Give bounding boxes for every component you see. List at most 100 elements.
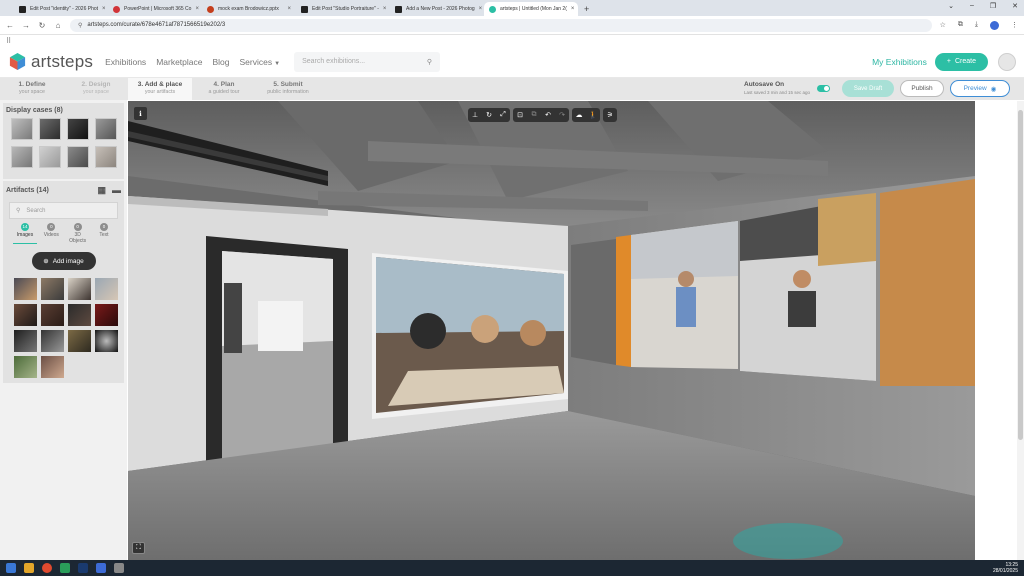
browser-tab[interactable]: Edit Post "identity" - 2026 Phot × — [14, 2, 108, 16]
site-info-icon[interactable]: ⚲ — [78, 22, 82, 29]
display-case-item[interactable] — [95, 146, 117, 168]
browser-tab-active[interactable]: artsteps | Untitled (Mon Jan 2(× — [484, 2, 578, 16]
close-icon[interactable]: × — [479, 6, 483, 12]
step-plan[interactable]: 4. Plan a guided tour — [192, 78, 256, 100]
3d-gallery-viewport[interactable]: ℹ ⊥ ↻ ⤢ ⊡ ⧉ ↶ ↷ ☁ 🚶 ⚞ ⛶ — [128, 101, 975, 560]
copy-icon[interactable]: ⧉ — [527, 108, 541, 122]
walk-view-icon[interactable]: 🚶 — [586, 108, 600, 122]
forward-icon[interactable]: → — [22, 21, 30, 30]
app-icon[interactable] — [114, 563, 124, 573]
fly-view-icon[interactable]: ☁ — [572, 108, 586, 122]
step-submit[interactable]: 5. Submit public information — [256, 78, 320, 100]
close-icon[interactable]: × — [287, 6, 291, 12]
info-button[interactable]: ℹ — [134, 107, 147, 120]
display-case-item[interactable] — [67, 146, 89, 168]
select-icon[interactable]: ⊡ — [513, 108, 527, 122]
display-case-item[interactable] — [11, 118, 33, 140]
move-axes-icon[interactable]: ⊥ — [468, 108, 482, 122]
close-window-icon[interactable]: ✕ — [1012, 2, 1018, 10]
home-icon[interactable]: ⌂ — [54, 21, 62, 30]
close-icon[interactable]: × — [195, 6, 199, 12]
artifact-image-thumb[interactable] — [95, 304, 118, 326]
browser-tab[interactable]: Edit Post "Studio Portraiture" - × — [296, 2, 390, 16]
display-case-item[interactable] — [39, 118, 61, 140]
add-image-button[interactable]: ⊕ Add image — [31, 252, 96, 270]
user-avatar[interactable] — [998, 52, 1016, 71]
artifact-image-thumb[interactable] — [95, 330, 118, 352]
folder-icon[interactable]: ▬ — [112, 185, 121, 196]
artifact-image-thumb[interactable] — [68, 304, 91, 326]
download-icon[interactable]: ⤓ — [975, 21, 978, 29]
start-icon[interactable] — [6, 563, 16, 573]
artifact-image-thumb[interactable] — [14, 356, 37, 378]
close-icon[interactable]: × — [102, 6, 106, 12]
redo-icon[interactable]: ↷ — [555, 108, 569, 122]
create-button[interactable]: + Create — [934, 52, 988, 71]
tab-text[interactable]: 0 Text — [92, 223, 116, 244]
tab-3d-objects[interactable]: 0 3D Objects — [66, 223, 90, 244]
browser-tab[interactable]: PowerPoint | Microsoft 365 Co × — [108, 2, 202, 16]
artifact-image-thumb[interactable] — [14, 330, 37, 352]
restore-icon[interactable]: ❐ — [990, 2, 996, 10]
nav-services[interactable]: Services ▼ — [240, 57, 281, 67]
artifact-image-thumb[interactable] — [68, 330, 91, 352]
profile-icon[interactable] — [990, 20, 999, 30]
page-scrollbar-thumb[interactable] — [1018, 110, 1023, 440]
reload-icon[interactable]: ↻ — [38, 21, 46, 30]
app-icon[interactable] — [96, 563, 106, 573]
new-tab-button[interactable]: + — [578, 2, 595, 16]
display-case-item[interactable] — [11, 146, 33, 168]
grid-view-icon[interactable]: ▦ — [97, 185, 106, 196]
browser-tab[interactable]: Add a New Post - 2026 Photog × — [390, 2, 484, 16]
save-draft-button[interactable]: Save Draft — [842, 80, 894, 97]
publish-button[interactable]: Publish — [900, 80, 944, 97]
display-case-item[interactable] — [39, 146, 61, 168]
step-design[interactable]: 2. Design your space — [64, 78, 128, 100]
display-cases-card: Display cases (8) — [3, 103, 124, 179]
artifact-image-thumb[interactable] — [14, 304, 37, 326]
url-field[interactable]: ⚲ artsteps.com/curate/678e4671af78715665… — [70, 18, 932, 32]
artifact-image-thumb[interactable] — [41, 356, 64, 378]
system-tray-clock[interactable]: 13:25 28/01/2025 — [993, 562, 1018, 574]
top-view-icon[interactable]: ⚞ — [603, 108, 617, 122]
exhibitions-search-input[interactable]: Search exhibitions... ⚲ — [294, 51, 441, 72]
chrome-icon[interactable] — [42, 563, 52, 573]
undo-icon[interactable]: ↶ — [541, 108, 555, 122]
close-icon[interactable]: × — [571, 6, 575, 12]
bookmark-star-icon[interactable]: ☆ — [940, 21, 946, 29]
artsteps-logo[interactable]: artsteps — [8, 52, 93, 72]
back-icon[interactable]: ← — [6, 21, 14, 30]
menu-icon[interactable]: ⋮ — [1011, 21, 1018, 29]
file-explorer-icon[interactable] — [24, 563, 34, 573]
tab-images[interactable]: 14 Images — [13, 223, 37, 244]
publisher-icon[interactable] — [60, 563, 70, 573]
scale-icon[interactable]: ⤢ — [496, 108, 510, 122]
nav-marketplace[interactable]: Marketplace — [156, 57, 202, 67]
artifact-image-thumb[interactable] — [41, 278, 64, 300]
tab-videos[interactable]: 0 Videos — [39, 223, 63, 244]
nav-exhibitions[interactable]: Exhibitions — [105, 57, 146, 67]
autosave-toggle[interactable] — [817, 85, 830, 92]
photoshop-icon[interactable] — [78, 563, 88, 573]
apps-grid-icon[interactable]: ⠿ — [6, 37, 11, 45]
tab-search-icon[interactable]: ⌄ — [948, 2, 954, 10]
minimize-icon[interactable]: – — [970, 2, 974, 10]
display-case-item[interactable] — [95, 118, 117, 140]
rotate-icon[interactable]: ↻ — [482, 108, 496, 122]
artifact-image-thumb[interactable] — [41, 304, 64, 326]
screenshot-icon[interactable]: ⛶ — [132, 542, 145, 554]
preview-button[interactable]: Preview ◉ — [950, 80, 1010, 97]
artifact-image-thumb[interactable] — [14, 278, 37, 300]
artifact-image-thumb[interactable] — [41, 330, 64, 352]
artifacts-search-input[interactable]: ⚲ Search — [9, 202, 118, 219]
browser-tab[interactable]: mock exam Brodowicz.pptx × — [202, 2, 296, 16]
step-define[interactable]: 1. Define your space — [0, 78, 64, 100]
artifact-image-thumb[interactable] — [68, 278, 91, 300]
display-case-item[interactable] — [67, 118, 89, 140]
extensions-icon[interactable]: ⧉ — [958, 21, 963, 29]
artifact-image-thumb[interactable] — [95, 278, 118, 300]
step-add-place[interactable]: 3. Add & place your artifacts — [128, 78, 192, 100]
nav-blog[interactable]: Blog — [213, 57, 230, 67]
my-exhibitions-link[interactable]: My Exhibitions — [872, 57, 927, 67]
close-icon[interactable]: × — [383, 6, 387, 12]
